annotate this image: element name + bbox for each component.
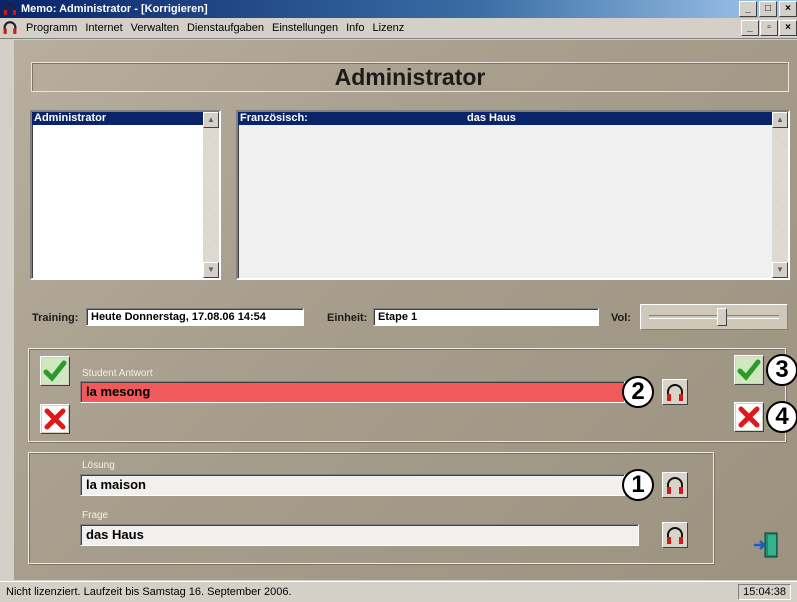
page-title: Administrator [31,62,789,92]
title-bar: Memo: Administrator - [Korrigieren] _ □ … [0,0,797,18]
question-label: Frage [82,510,109,521]
volume-label: Vol: [611,312,631,324]
accept-button[interactable] [40,356,70,386]
student-answer-label: Student Antwort [82,368,153,379]
badge-4: 4 [766,401,797,433]
play-solution-button[interactable] [662,472,688,498]
mdi-restore-button[interactable]: ▫ [760,20,778,36]
scroll-up-button[interactable]: ▲ [772,112,788,128]
language-label: Französisch: [240,112,308,124]
cross-icon [736,404,762,430]
slider-thumb[interactable] [717,308,727,326]
headphones-icon [667,527,683,544]
menu-bar: Programm Internet Verwalten Dienstaufgab… [0,18,797,39]
volume-slider[interactable] [640,304,788,330]
minimize-button[interactable]: _ [739,1,757,17]
badge-2: 2 [622,376,654,408]
mdi-minimize-button[interactable]: _ [741,20,759,36]
menu-internet[interactable]: Internet [81,22,126,34]
main-panel: Administrator Administrator ▲ ▼ Französi… [14,40,797,580]
headphones-icon[interactable] [2,20,18,38]
student-answer-field[interactable]: la mesong [80,381,625,403]
accept-button-right[interactable] [734,355,764,385]
headphones-icon [667,477,683,494]
user-list[interactable]: Administrator ▲ ▼ [30,110,221,280]
training-field: Heute Donnerstag, 17.08.06 14:54 [86,308,304,326]
solution-panel [28,452,714,564]
menu-einstellungen[interactable]: Einstellungen [268,22,342,34]
badge-3: 3 [766,354,797,386]
license-status: Nicht lizenziert. Laufzeit bis Samstag 1… [6,586,292,598]
cross-icon [42,406,68,432]
headphones-icon[interactable] [3,2,17,19]
check-icon [736,357,762,383]
menu-info[interactable]: Info [342,22,368,34]
unit-label: Einheit: [327,312,368,324]
slider-track [649,315,779,319]
check-icon [42,358,68,384]
play-question-button[interactable] [662,522,688,548]
scroll-down-button[interactable]: ▼ [772,262,788,278]
mdi-close-button[interactable]: × [779,20,797,36]
list-item[interactable]: Administrator [32,112,203,125]
solution-field: la maison [80,474,625,496]
scrollbar[interactable]: ▲ ▼ [772,112,788,278]
menu-verwalten[interactable]: Verwalten [127,22,183,34]
status-bar: Nicht lizenziert. Laufzeit bis Samstag 1… [0,581,797,602]
play-answer-button[interactable] [662,379,688,405]
menu-lizenz[interactable]: Lizenz [368,22,408,34]
word-value: das Haus [467,112,516,124]
exit-door-icon [754,532,778,558]
solution-label: Lösung [82,460,115,471]
list-item[interactable]: Französisch: das Haus [238,112,772,125]
scroll-down-button[interactable]: ▼ [203,262,219,278]
badge-1: 1 [622,469,654,501]
headphones-icon [667,384,683,401]
exit-button[interactable] [750,530,782,560]
scrollbar[interactable]: ▲ ▼ [203,112,219,278]
reject-button-right[interactable] [734,402,764,432]
menu-programm[interactable]: Programm [22,22,81,34]
reject-button[interactable] [40,404,70,434]
clock: 15:04:38 [738,584,791,600]
menu-dienstaufgaben[interactable]: Dienstaufgaben [183,22,268,34]
window-title: Memo: Administrator - [Korrigieren] [21,3,208,15]
training-label: Training: [32,312,79,324]
maximize-button[interactable]: □ [759,1,777,17]
close-button[interactable]: × [779,1,797,17]
scroll-up-button[interactable]: ▲ [203,112,219,128]
word-list[interactable]: Französisch: das Haus ▲ ▼ [236,110,790,280]
unit-field: Etape 1 [373,308,599,326]
question-field: das Haus [80,524,639,546]
